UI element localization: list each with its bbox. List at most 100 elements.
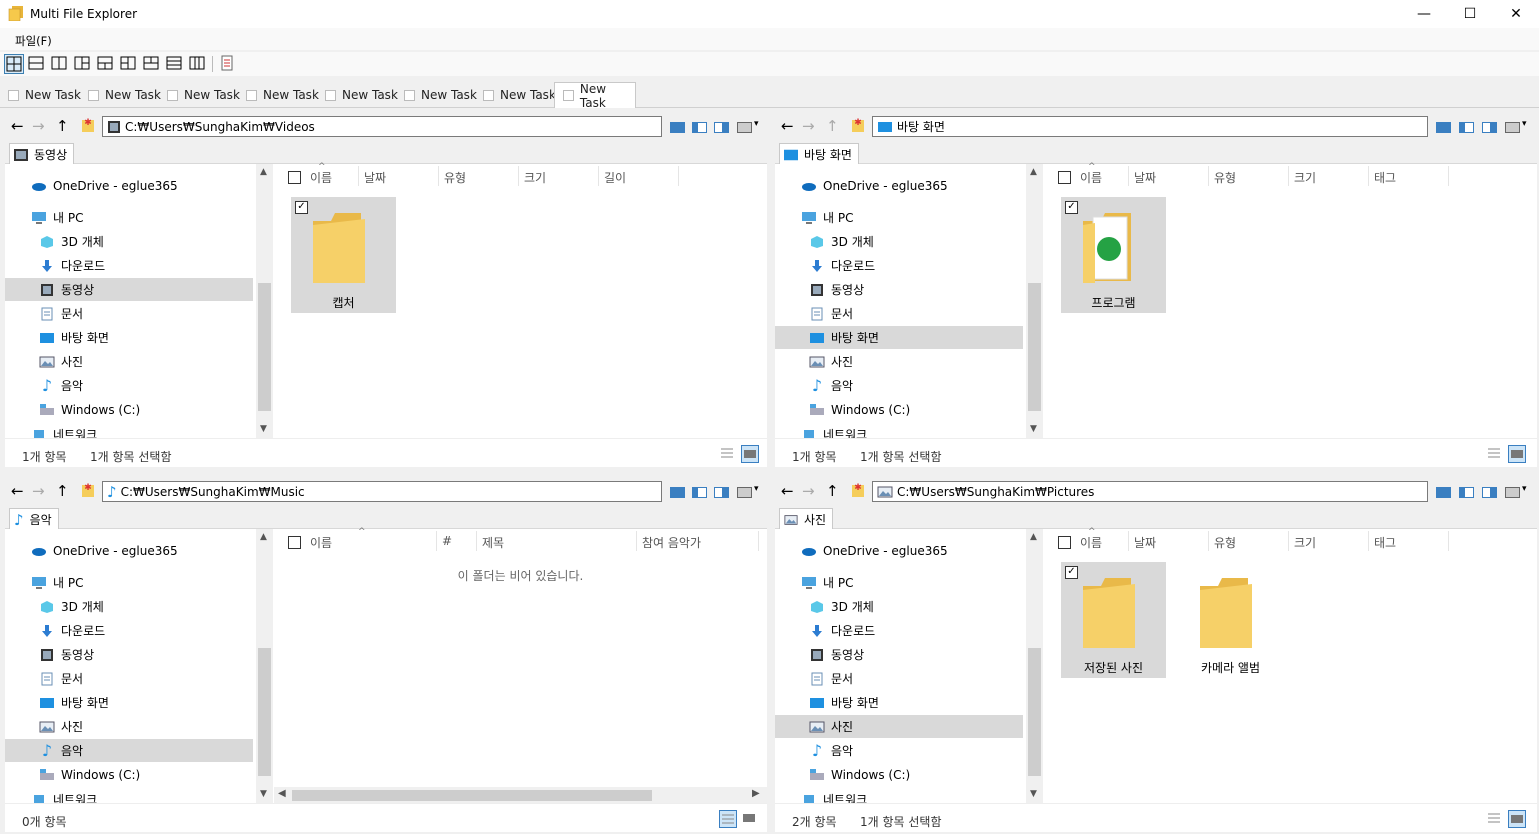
details-view-button[interactable] [1486, 445, 1504, 463]
scrollbar-thumb[interactable] [1028, 283, 1041, 411]
view-large-icons-button[interactable] [1436, 122, 1451, 133]
back-button[interactable]: ← [11, 483, 24, 499]
item-checkbox[interactable]: ✓ [295, 201, 308, 214]
tree-item-windows-drive[interactable]: Windows (C:) [5, 398, 253, 421]
item-checkbox[interactable]: ✓ [1065, 566, 1078, 579]
path-field[interactable]: C:₩Users₩SunghaKim₩Pictures [872, 481, 1428, 502]
select-all-checkbox[interactable] [1058, 536, 1071, 549]
large-icons-view-button[interactable] [741, 810, 759, 828]
view-preview-pane-button[interactable] [1482, 487, 1497, 498]
tab-checkbox[interactable] [325, 89, 336, 101]
back-button[interactable]: ← [781, 118, 794, 134]
task-tab[interactable]: New Task [0, 84, 81, 106]
scroll-up-icon[interactable]: ▲ [1030, 167, 1037, 177]
tree-item-downloads[interactable]: 다운로드 [775, 619, 1023, 642]
select-all-checkbox[interactable] [288, 171, 301, 184]
tree-item-mypc[interactable]: 내 PC [5, 206, 253, 229]
new-document-button[interactable] [218, 54, 238, 74]
select-all-checkbox[interactable] [1058, 171, 1071, 184]
tree-item-music[interactable]: ♪ 음악 [5, 374, 253, 397]
task-tab[interactable]: New Task [238, 84, 319, 106]
horizontal-scrollbar[interactable]: ◀ ▶ [274, 787, 767, 803]
tree-item-mypc[interactable]: 내 PC [775, 206, 1023, 229]
chevron-down-icon[interactable]: ▾ [1522, 484, 1527, 494]
view-options-dropdown[interactable] [737, 487, 752, 498]
layout-three-top-button[interactable] [96, 54, 116, 74]
view-preview-pane-button[interactable] [1482, 122, 1497, 133]
folder-tab[interactable]: 사진 [779, 508, 834, 530]
column-type[interactable]: 유형 [444, 169, 466, 186]
tree-item-music[interactable]: ♪ 음악 [5, 739, 253, 762]
layout-quad-button[interactable] [4, 54, 24, 74]
tree-item-downloads[interactable]: 다운로드 [5, 254, 253, 277]
column-date[interactable]: 날짜 [1134, 534, 1156, 551]
tree-item-documents[interactable]: 문서 [5, 667, 253, 690]
layout-three-columns-button[interactable] [188, 54, 208, 74]
tree-item-videos[interactable]: 동영상 [5, 643, 253, 666]
view-large-icons-button[interactable] [670, 122, 685, 133]
tree-item-windows-drive[interactable]: Windows (C:) [775, 763, 1023, 786]
tree-item-desktop[interactable]: 바탕 화면 [5, 691, 253, 714]
view-details-pane-button[interactable] [1459, 122, 1474, 133]
new-folder-icon[interactable]: ✱ [80, 481, 96, 499]
scroll-down-icon[interactable]: ▼ [1030, 424, 1037, 434]
tree-item-3d-objects[interactable]: 3D 개체 [5, 595, 253, 618]
up-button[interactable]: ↑ [56, 483, 69, 499]
menu-file[interactable]: 파일(F) [15, 33, 52, 49]
scroll-left-icon[interactable]: ◀ [278, 788, 286, 799]
folder-tab[interactable]: 바탕 화면 [779, 143, 859, 165]
scroll-up-icon[interactable]: ▲ [260, 167, 267, 177]
forward-button[interactable]: → [32, 483, 45, 499]
tree-item-onedrive[interactable]: OneDrive - eglue365 [775, 174, 1023, 197]
layout-three-rows-button[interactable] [165, 54, 185, 74]
tree-item-pictures[interactable]: 사진 [775, 715, 1023, 738]
layout-horizontal-split-button[interactable] [27, 54, 47, 74]
tree-item-pictures[interactable]: 사진 [775, 350, 1023, 373]
view-preview-pane-button[interactable] [714, 487, 729, 498]
tree-item-windows-drive[interactable]: Windows (C:) [775, 398, 1023, 421]
tree-scrollbar[interactable]: ▲ ▼ [256, 164, 273, 438]
column-size[interactable]: 크기 [1294, 534, 1316, 551]
tree-item-onedrive[interactable]: OneDrive - eglue365 [775, 539, 1023, 562]
column-date[interactable]: 날짜 [1134, 169, 1156, 186]
tree-item-videos[interactable]: 동영상 [775, 643, 1023, 666]
path-field[interactable]: C:₩Users₩SunghaKim₩Videos [102, 116, 662, 137]
tree-item-documents[interactable]: 문서 [775, 667, 1023, 690]
tree-item-downloads[interactable]: 다운로드 [5, 619, 253, 642]
details-view-button[interactable] [1486, 810, 1504, 828]
column-date[interactable]: 날짜 [364, 169, 386, 186]
select-all-checkbox[interactable] [288, 536, 301, 549]
column-type[interactable]: 유형 [1214, 169, 1236, 186]
folder-tile[interactable]: ✓ 프로그램 [1061, 197, 1166, 313]
close-button[interactable]: ✕ [1493, 0, 1539, 28]
tab-checkbox[interactable] [167, 89, 178, 101]
chevron-down-icon[interactable]: ▾ [754, 119, 759, 129]
view-details-pane-button[interactable] [1459, 487, 1474, 498]
scrollbar-thumb[interactable] [1028, 648, 1041, 776]
scroll-down-icon[interactable]: ▼ [260, 424, 267, 434]
tree-item-3d-objects[interactable]: 3D 개체 [5, 230, 253, 253]
view-options-dropdown[interactable] [1505, 122, 1520, 133]
layout-three-bottom-button[interactable] [142, 54, 162, 74]
new-folder-icon[interactable]: ✱ [850, 116, 866, 134]
tree-item-desktop[interactable]: 바탕 화면 [5, 326, 253, 349]
column-track-number[interactable]: # [442, 534, 452, 548]
new-folder-icon[interactable]: ✱ [80, 116, 96, 134]
layout-three-right-button[interactable] [119, 54, 139, 74]
tree-item-mypc[interactable]: 내 PC [775, 571, 1023, 594]
path-field[interactable]: ♪ C:₩Users₩SunghaKim₩Music [102, 481, 662, 502]
up-button[interactable]: ↑ [826, 118, 839, 134]
scrollbar-thumb[interactable] [258, 648, 271, 776]
column-size[interactable]: 크기 [1294, 169, 1316, 186]
tree-item-desktop[interactable]: 바탕 화면 [775, 691, 1023, 714]
forward-button[interactable]: → [802, 483, 815, 499]
tree-item-downloads[interactable]: 다운로드 [775, 254, 1023, 277]
tree-item-3d-objects[interactable]: 3D 개체 [775, 230, 1023, 253]
column-length[interactable]: 길이 [604, 169, 626, 186]
task-tab[interactable]: New Task [317, 84, 398, 106]
tab-checkbox[interactable] [246, 89, 257, 101]
layout-vertical-split-button[interactable] [50, 54, 70, 74]
up-button[interactable]: ↑ [56, 118, 69, 134]
scrollbar-thumb[interactable] [258, 283, 271, 411]
column-name[interactable]: 이름 [1080, 534, 1102, 551]
